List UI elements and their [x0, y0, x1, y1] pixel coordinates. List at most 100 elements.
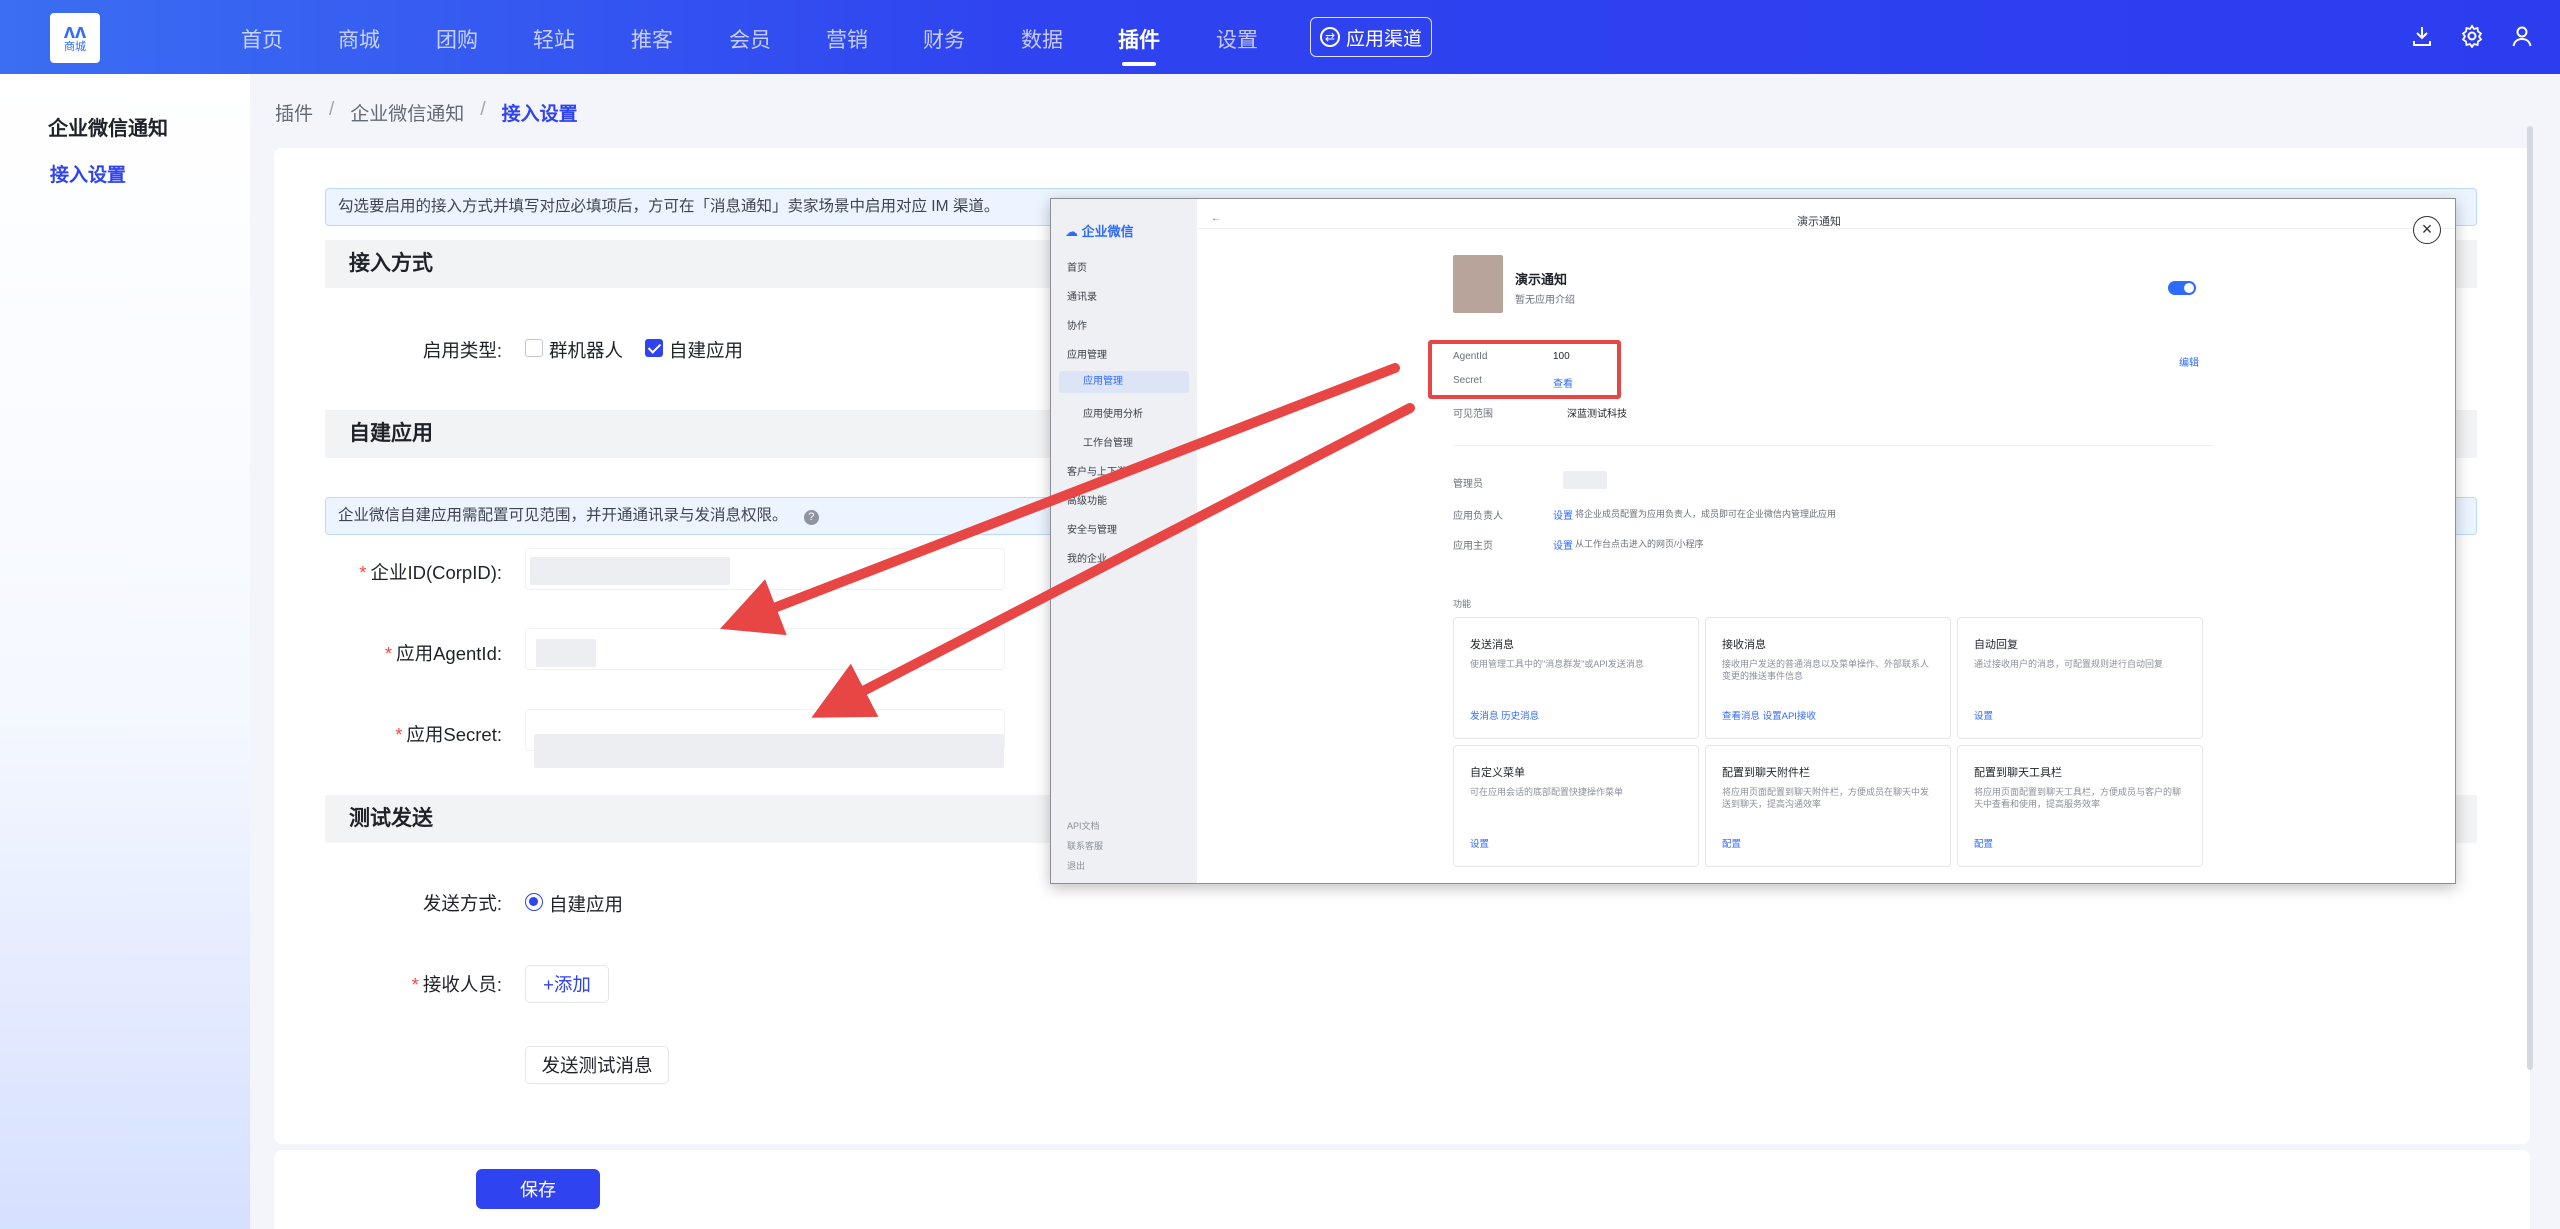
- corp-id-label-text: 企业ID(CorpID):: [370, 562, 502, 583]
- tile-title: 接收消息: [1722, 639, 1766, 651]
- homepage-label: 应用主页: [1453, 541, 1493, 552]
- breadcrumb: 插件 / 企业微信通知 / 接入设置: [275, 99, 578, 126]
- tile-title: 自动回复: [1974, 639, 2018, 651]
- custom-app-notice-text: 企业微信自建应用需配置可见范围，并开通通讯录与发消息权限。: [338, 507, 788, 524]
- nav-item-promoter[interactable]: 推客: [631, 24, 673, 54]
- required-mark: *: [395, 724, 403, 745]
- download-icon[interactable]: [2410, 24, 2434, 48]
- homepage-set-link: 设置: [1553, 541, 1573, 552]
- group-robot-checkbox[interactable]: [525, 339, 543, 357]
- owner-set-link: 设置: [1553, 511, 1573, 522]
- close-overlay-button[interactable]: ×: [2413, 216, 2441, 244]
- enable-type-label: 启用类型:: [422, 340, 502, 361]
- wecom-footer-link: 退出: [1067, 861, 1086, 871]
- secret-label-text: 应用Secret:: [406, 724, 502, 745]
- group-robot-label[interactable]: 群机器人: [549, 337, 623, 363]
- send-mode-label: 发送方式:: [422, 893, 502, 914]
- feature-tile: 接收消息接收用户发送的普通消息以及菜单操作、外部联系人变更的推送事件信息查看消息…: [1705, 617, 1951, 739]
- app-logo[interactable]: ʌʌ 商城: [50, 13, 100, 63]
- masked-value: [534, 734, 1004, 768]
- secret-input[interactable]: [525, 709, 1005, 768]
- feature-tile: 自定义菜单可在应用会话的底部配置快捷操作菜单 设置: [1453, 745, 1699, 867]
- nav-item-groupbuy[interactable]: 团购: [436, 24, 478, 54]
- wecom-app-name: 演示通知: [1515, 272, 1568, 287]
- tile-desc: 接收用户发送的普通消息以及菜单操作、外部联系人变更的推送事件信息: [1722, 659, 1930, 681]
- tile-title: 自定义菜单: [1470, 767, 1525, 779]
- nav-item-plugins[interactable]: 插件: [1118, 24, 1160, 66]
- nav-item-finance[interactable]: 财务: [923, 24, 965, 54]
- tile-desc: 将应用页面配置到聊天附件栏，方便成员在聊天中发送到聊天，提高沟通效率: [1722, 787, 1930, 809]
- tile-links: 查看消息 设置API接收: [1722, 711, 1816, 722]
- tile-desc: 可在应用会话的底部配置快捷操作菜单: [1470, 787, 1624, 797]
- breadcrumb-separator: /: [480, 99, 486, 120]
- admin-avatar: [1563, 471, 1607, 489]
- help-icon[interactable]: ?: [803, 510, 819, 525]
- breadcrumb-current: 接入设置: [501, 104, 578, 125]
- app-channel-label: 应用渠道: [1345, 28, 1422, 50]
- sidebar-item-access-settings[interactable]: 接入设置: [50, 160, 126, 187]
- logo-text: 商城: [64, 41, 86, 53]
- back-arrow-icon: ←: [1211, 213, 1221, 224]
- tile-links: 设置: [1470, 839, 1490, 850]
- save-button[interactable]: 保存: [476, 1169, 600, 1209]
- masked-value: [536, 639, 596, 667]
- wecom-menu-item: 高级功能: [1067, 496, 1107, 507]
- wecom-menu-item: 协作: [1067, 321, 1087, 332]
- required-mark: *: [384, 643, 393, 664]
- wecom-menu-item: 我的企业: [1067, 554, 1107, 565]
- wecom-menu-item: 安全与管理: [1067, 525, 1117, 536]
- custom-app-label[interactable]: 自建应用: [669, 337, 743, 363]
- tile-links: 配置: [1974, 839, 1994, 850]
- required-mark: *: [411, 974, 419, 995]
- homepage-desc: 从工作台点击进入的网页/小程序: [1575, 539, 1704, 549]
- feature-tile: 自动回复 通过接收用户的消息，可配置规则进行自动回复 设置: [1957, 617, 2203, 739]
- tile-links: 设置: [1974, 711, 1994, 722]
- breadcrumb-wecom-notify[interactable]: 企业微信通知: [350, 99, 464, 126]
- page-scrollbar[interactable]: [2527, 126, 2533, 1070]
- user-icon[interactable]: [2510, 24, 2534, 48]
- wecom-sidebar: ☁ 企业微信 首页 通讯录 协作 应用管理 应用管理 应用使用分析 工作台管理 …: [1051, 199, 1197, 883]
- wecom-logo: ☁ 企业微信: [1065, 224, 1134, 239]
- receiver-label: * 接收人员:: [360, 971, 502, 997]
- agent-id-label-text: 应用AgentId:: [396, 643, 502, 664]
- nav-item-home[interactable]: 首页: [241, 24, 283, 54]
- custom-app-checkbox[interactable]: [645, 339, 663, 357]
- gear-icon[interactable]: [2460, 24, 2484, 48]
- wecom-brand: 企业微信: [1081, 224, 1134, 239]
- nav-item-marketing[interactable]: 营销: [826, 24, 868, 54]
- corp-id-input[interactable]: [525, 548, 1005, 590]
- visible-range-label: 可见范围: [1453, 409, 1493, 420]
- tile-title: 配置到聊天工具栏: [1974, 767, 2062, 779]
- exchange-icon: ⇄: [1319, 27, 1340, 47]
- wecom-menu-item: 工作台管理: [1083, 438, 1133, 449]
- add-receiver-button[interactable]: +添加: [525, 965, 609, 1003]
- app-toggle: [2168, 281, 2196, 295]
- agent-id-input[interactable]: [525, 628, 1005, 670]
- logo-mark: ʌʌ: [63, 21, 87, 43]
- nav-item-member[interactable]: 会员: [729, 24, 771, 54]
- nav-item-lightsite[interactable]: 轻站: [533, 24, 575, 54]
- owner-desc: 将企业成员配置为应用负责人，成员即可在企业微信内管理此应用: [1575, 509, 1837, 519]
- corp-id-label: * 企业ID(CorpID):: [300, 559, 502, 585]
- wecom-menu-item: 通讯录: [1067, 292, 1097, 303]
- send-mode-value[interactable]: 自建应用: [549, 891, 623, 917]
- sidebar-title: 企业微信通知: [48, 118, 168, 140]
- nav-item-mall[interactable]: 商城: [338, 24, 380, 54]
- admin-label: 管理员: [1453, 479, 1483, 490]
- func-label: 功能: [1453, 599, 1472, 609]
- tile-desc: 将应用页面配置到聊天工具栏，方便成员与客户的聊天中查看和使用，提高服务效率: [1974, 787, 2182, 809]
- required-mark: *: [359, 562, 367, 583]
- feature-tile: 发送消息 使用管理工具中的"消息群发"或API发送消息 发消息 历史消息: [1453, 617, 1699, 739]
- send-mode-radio[interactable]: [525, 893, 543, 911]
- wecom-menu-item: 客户与上下游: [1067, 467, 1127, 478]
- send-test-button[interactable]: 发送测试消息: [525, 1046, 669, 1084]
- sidebar: 企业微信通知 接入设置: [0, 74, 250, 1229]
- nav-item-data[interactable]: 数据: [1021, 24, 1063, 54]
- nav-item-settings[interactable]: 设置: [1216, 24, 1258, 54]
- wecom-footer-link: 联系客服: [1067, 841, 1104, 851]
- app-channel-button[interactable]: ⇄ 应用渠道: [1310, 17, 1432, 57]
- tile-title: 配置到聊天附件栏: [1722, 767, 1810, 779]
- tile-links: 配置: [1722, 839, 1742, 850]
- breadcrumb-plugins[interactable]: 插件: [275, 99, 313, 126]
- tile-title: 发送消息: [1470, 639, 1514, 651]
